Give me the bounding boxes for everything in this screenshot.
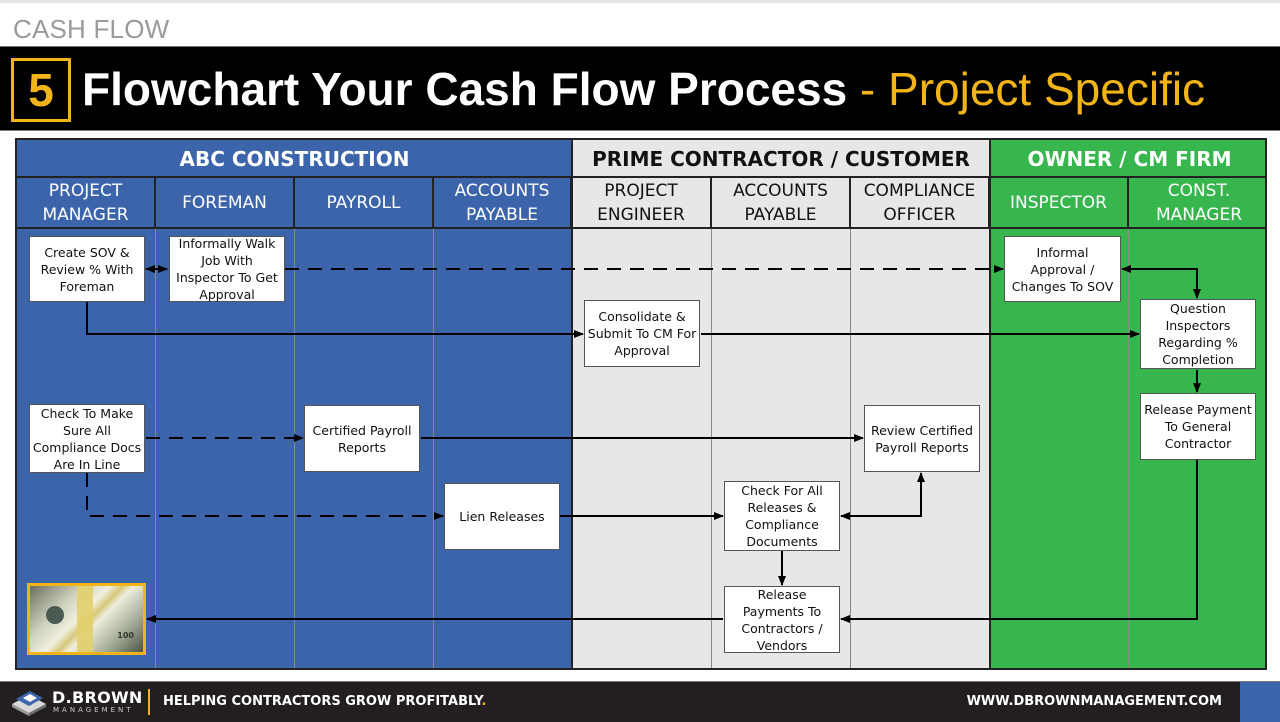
lane-divider — [155, 229, 156, 668]
step-number-badge: 5 — [11, 58, 71, 122]
node-release-payment-gc: Release Payment To General Contractor — [1140, 393, 1256, 460]
lane-header-prime-accounts-payable: ACCOUNTS PAYABLE — [712, 178, 851, 229]
money-band — [77, 586, 94, 652]
title-banner: 5 Flowchart Your Cash Flow Process - Pro… — [0, 46, 1280, 131]
lane-divider — [850, 229, 851, 668]
title-subtitle: - Project Specific — [847, 63, 1206, 115]
node-informal-approval: Informal Approval / Changes To SOV — [1004, 236, 1121, 302]
lane-divider — [1128, 229, 1129, 668]
group-header-owner-cm: OWNER / CM FIRM — [990, 140, 1265, 178]
section-label: CASH FLOW — [13, 14, 170, 44]
node-create-sov: Create SOV & Review % With Foreman — [29, 236, 145, 302]
lane-divider — [711, 229, 712, 668]
node-certified-payroll: Certified Payroll Reports — [304, 405, 420, 472]
node-question-inspectors: Question Inspectors Regarding % Completi… — [1140, 299, 1256, 369]
page-title: Flowchart Your Cash Flow Process - Proje… — [82, 60, 1205, 118]
title-main: Flowchart Your Cash Flow Process — [82, 63, 848, 115]
node-review-payroll: Review Certified Payroll Reports — [864, 405, 980, 472]
lane-header-abc-accounts-payable: ACCOUNTS PAYABLE — [434, 178, 572, 229]
tagline-text: HELPING CONTRACTORS GROW PROFITABLY — [163, 694, 482, 709]
group-header-abc-construction: ABC CONSTRUCTION — [17, 140, 572, 178]
top-border — [0, 0, 1280, 3]
brand-name: D.BROWN — [52, 688, 143, 707]
node-consolidate: Consolidate & Submit To CM For Approval — [584, 300, 700, 367]
money-denomination: 100 — [117, 631, 134, 641]
group-separator — [989, 140, 991, 668]
lane-header-payroll: PAYROLL — [295, 178, 434, 229]
swimlane-flowchart: ABC CONSTRUCTION PRIME CONTRACTOR / CUST… — [15, 138, 1267, 670]
group-separator — [571, 140, 573, 668]
cash-stack-image: 100 — [27, 583, 146, 655]
lane-header-const-manager: CONST. MANAGER — [1129, 178, 1265, 229]
lane-header-project-engineer: PROJECT ENGINEER — [572, 178, 712, 229]
dbrown-logo-icon — [12, 691, 46, 716]
lane-header-project-manager: PROJECT MANAGER — [17, 178, 156, 229]
tagline: HELPING CONTRACTORS GROW PROFITABLY. — [163, 694, 486, 709]
node-check-releases: Check For All Releases & Compliance Docu… — [724, 481, 840, 551]
footer-accent-block — [1240, 682, 1280, 722]
node-walk-job: Informally Walk Job With Inspector To Ge… — [169, 236, 285, 302]
footer: D.BROWN MANAGEMENT HELPING CONTRACTORS G… — [0, 681, 1280, 722]
tagline-dot: . — [481, 694, 487, 709]
lane-header-compliance-officer: COMPLIANCE OFFICER — [851, 178, 990, 229]
website-link[interactable]: WWW.DBROWNMANAGEMENT.COM — [967, 694, 1222, 709]
group-header-prime-contractor: PRIME CONTRACTOR / CUSTOMER — [572, 140, 990, 178]
footer-divider — [148, 689, 150, 715]
node-lien-releases: Lien Releases — [444, 483, 560, 550]
lane-divider — [433, 229, 434, 668]
lane-header-foreman: FOREMAN — [156, 178, 295, 229]
lane-divider — [294, 229, 295, 668]
money-seal — [45, 605, 64, 624]
node-check-compliance: Check To Make Sure All Compliance Docs A… — [29, 404, 145, 473]
lane-header-inspector: INSPECTOR — [990, 178, 1129, 229]
node-release-payments-vendors: Release Payments To Contractors / Vendor… — [724, 586, 840, 653]
brand-subtitle: MANAGEMENT — [53, 706, 134, 714]
